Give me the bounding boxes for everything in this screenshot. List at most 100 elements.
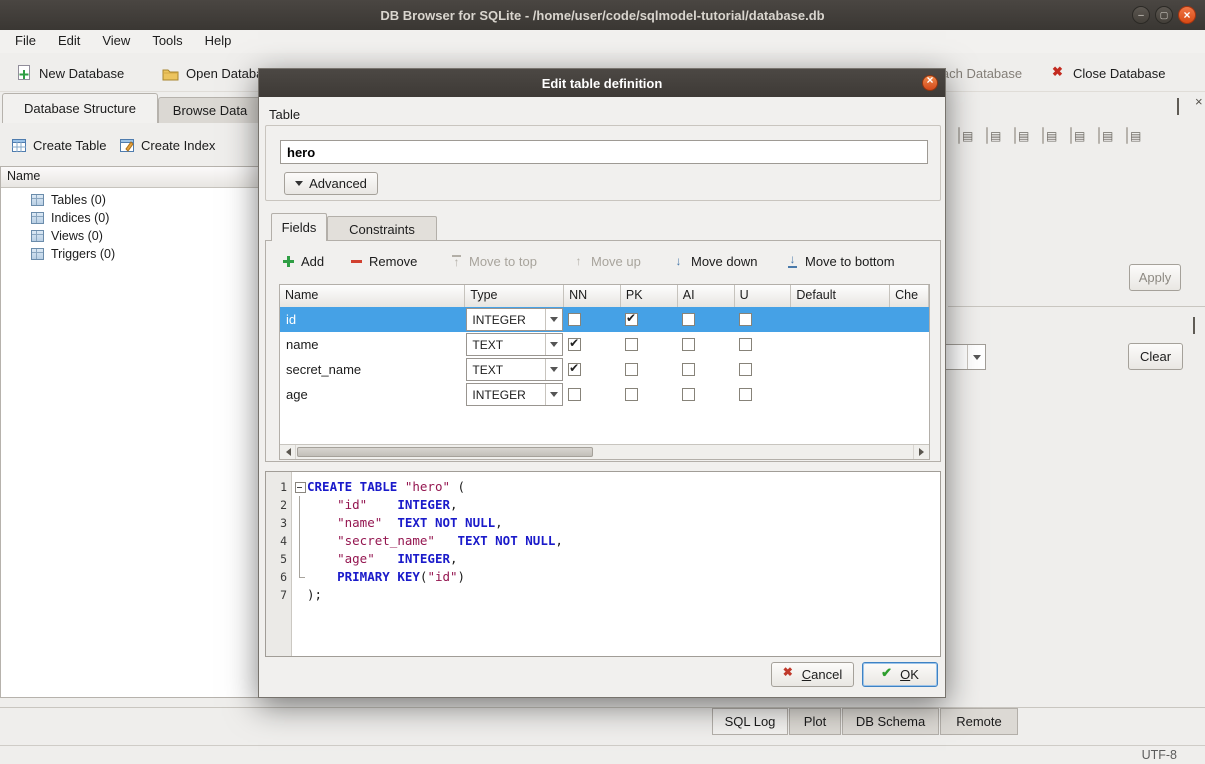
field-check-cell[interactable] bbox=[890, 357, 929, 382]
nn-checkbox[interactable] bbox=[568, 313, 581, 326]
pk-checkbox[interactable] bbox=[625, 363, 638, 376]
chevron-down-icon[interactable] bbox=[545, 309, 562, 330]
clear-button[interactable]: Clear bbox=[1128, 343, 1183, 370]
menu-file[interactable]: File bbox=[4, 30, 47, 53]
field-name-cell[interactable]: id bbox=[280, 307, 465, 332]
close-window-icon[interactable] bbox=[1178, 6, 1196, 24]
field-type-combobox[interactable]: TEXT bbox=[466, 333, 563, 356]
fold-marker-icon[interactable] bbox=[292, 478, 307, 496]
cancel-button[interactable]: Cancel bbox=[771, 662, 854, 687]
window-titlebar[interactable]: DB Browser for SQLite - /home/user/code/… bbox=[0, 0, 1205, 30]
create-index-button[interactable]: Create Index bbox=[116, 132, 219, 158]
column-header-check[interactable]: Che bbox=[890, 285, 929, 307]
column-header-type[interactable]: Type bbox=[465, 285, 564, 307]
tab-db-schema[interactable]: DB Schema bbox=[842, 708, 939, 735]
nn-checkbox[interactable] bbox=[568, 338, 581, 351]
chevron-down-icon[interactable] bbox=[545, 384, 562, 405]
dock-float-icon[interactable] bbox=[1193, 317, 1195, 334]
column-header-nn[interactable]: NN bbox=[564, 285, 621, 307]
field-type-combobox[interactable]: TEXT bbox=[466, 358, 563, 381]
field-name-cell[interactable]: age bbox=[280, 382, 465, 407]
move-to-top-icon bbox=[450, 255, 463, 268]
ai-checkbox[interactable] bbox=[682, 363, 695, 376]
scroll-left-icon[interactable] bbox=[280, 445, 296, 459]
field-row[interactable]: age INTEGER bbox=[280, 382, 929, 407]
field-default-cell[interactable] bbox=[791, 332, 890, 357]
u-checkbox[interactable] bbox=[739, 338, 752, 351]
tab-constraints[interactable]: Constraints bbox=[327, 216, 437, 241]
field-check-cell[interactable] bbox=[890, 382, 929, 407]
tab-fields[interactable]: Fields bbox=[271, 213, 327, 241]
new-database-button[interactable]: New Database bbox=[12, 60, 128, 86]
menu-view[interactable]: View bbox=[91, 30, 141, 53]
tab-sql-log[interactable]: SQL Log bbox=[712, 708, 788, 735]
column-header-ai[interactable]: AI bbox=[678, 285, 735, 307]
move-to-bottom-button[interactable]: Move to bottom bbox=[786, 249, 895, 273]
field-check-cell[interactable] bbox=[890, 307, 929, 332]
column-header-u[interactable]: U bbox=[735, 285, 792, 307]
dialog-titlebar[interactable]: Edit table definition bbox=[259, 69, 945, 97]
create-table-button[interactable]: Create Table bbox=[8, 132, 110, 158]
field-type-combobox[interactable]: INTEGER bbox=[466, 383, 563, 406]
u-checkbox[interactable] bbox=[739, 313, 752, 326]
field-name-cell[interactable]: name bbox=[280, 332, 465, 357]
chevron-down-icon[interactable] bbox=[545, 359, 562, 380]
ai-checkbox[interactable] bbox=[682, 388, 695, 401]
cell-editor-toolbar-icon[interactable] bbox=[1042, 127, 1044, 144]
move-down-button[interactable]: Move down bbox=[672, 249, 757, 273]
move-up-button[interactable]: Move up bbox=[572, 249, 641, 273]
cell-editor-toolbar-icon[interactable] bbox=[1014, 127, 1016, 144]
ai-checkbox[interactable] bbox=[682, 338, 695, 351]
apply-button[interactable]: Apply bbox=[1129, 264, 1181, 291]
field-row[interactable]: secret_name TEXT bbox=[280, 357, 929, 382]
field-row[interactable]: id INTEGER bbox=[280, 307, 929, 332]
menu-tools[interactable]: Tools bbox=[141, 30, 193, 53]
pk-checkbox[interactable] bbox=[625, 338, 638, 351]
dialog-close-icon[interactable] bbox=[922, 75, 938, 91]
tab-plot[interactable]: Plot bbox=[789, 708, 841, 735]
sql-token bbox=[307, 533, 337, 548]
tab-remote[interactable]: Remote bbox=[940, 708, 1018, 735]
u-checkbox[interactable] bbox=[739, 388, 752, 401]
remove-field-button[interactable]: Remove bbox=[350, 249, 417, 273]
pk-checkbox[interactable] bbox=[625, 313, 638, 326]
nn-checkbox[interactable] bbox=[568, 363, 581, 376]
field-default-cell[interactable] bbox=[791, 382, 890, 407]
tab-browse-data[interactable]: Browse Data bbox=[158, 97, 262, 123]
tab-database-structure[interactable]: Database Structure bbox=[2, 93, 158, 123]
menu-help[interactable]: Help bbox=[194, 30, 243, 53]
u-checkbox[interactable] bbox=[739, 363, 752, 376]
move-to-top-button[interactable]: Move to top bbox=[450, 249, 537, 273]
chevron-down-icon[interactable] bbox=[545, 334, 562, 355]
column-header-pk[interactable]: PK bbox=[621, 285, 678, 307]
field-row[interactable]: name TEXT bbox=[280, 332, 929, 357]
cell-editor-toolbar-icon[interactable] bbox=[1126, 127, 1128, 144]
cell-editor-toolbar-icon[interactable] bbox=[986, 127, 988, 144]
field-check-cell[interactable] bbox=[890, 332, 929, 357]
dock-float-icon[interactable] bbox=[1177, 98, 1179, 115]
cell-editor-toolbar-icon[interactable] bbox=[958, 127, 960, 144]
horizontal-scrollbar[interactable] bbox=[280, 444, 929, 459]
table-name-input[interactable] bbox=[280, 140, 928, 164]
cell-editor-toolbar-icon[interactable] bbox=[1070, 127, 1072, 144]
column-header-default[interactable]: Default bbox=[791, 285, 890, 307]
field-name-cell[interactable]: secret_name bbox=[280, 357, 465, 382]
minimize-icon[interactable] bbox=[1132, 6, 1150, 24]
maximize-icon[interactable] bbox=[1155, 6, 1173, 24]
menu-edit[interactable]: Edit bbox=[47, 30, 91, 53]
pk-checkbox[interactable] bbox=[625, 388, 638, 401]
close-database-button[interactable]: Close Database bbox=[1048, 60, 1170, 86]
nn-checkbox[interactable] bbox=[568, 388, 581, 401]
scroll-right-icon[interactable] bbox=[913, 445, 929, 459]
field-default-cell[interactable] bbox=[791, 307, 890, 332]
scrollbar-thumb[interactable] bbox=[297, 447, 593, 457]
column-header-name[interactable]: Name bbox=[280, 285, 465, 307]
ok-button[interactable]: OK bbox=[862, 662, 938, 687]
advanced-button[interactable]: Advanced bbox=[284, 172, 378, 195]
fold-guide bbox=[292, 568, 307, 586]
field-type-combobox[interactable]: INTEGER bbox=[466, 308, 563, 331]
ai-checkbox[interactable] bbox=[682, 313, 695, 326]
cell-editor-toolbar-icon[interactable] bbox=[1098, 127, 1100, 144]
add-field-button[interactable]: Add bbox=[282, 249, 324, 273]
field-default-cell[interactable] bbox=[791, 357, 890, 382]
